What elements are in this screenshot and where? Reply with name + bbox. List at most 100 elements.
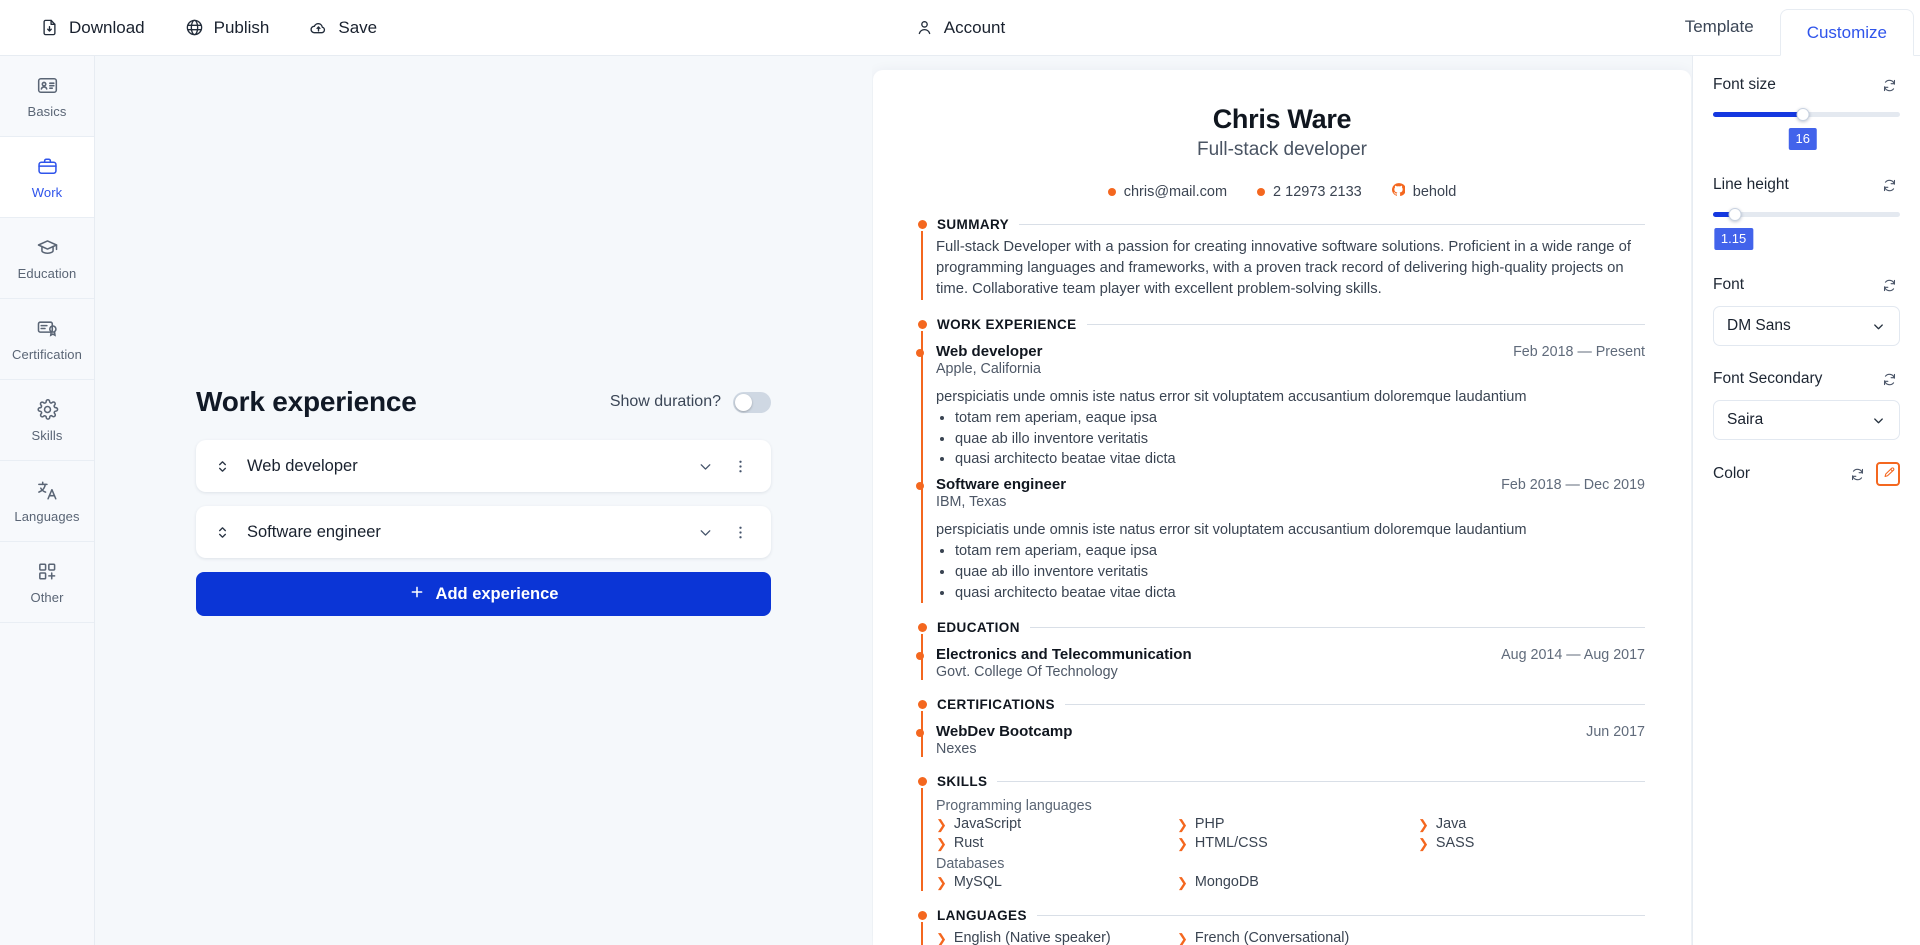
skill-item: ❯ JavaScript bbox=[936, 815, 1163, 833]
font-size-reset-button[interactable] bbox=[1878, 74, 1900, 96]
font-secondary-reset-button[interactable] bbox=[1878, 368, 1900, 390]
publish-button[interactable]: Publish bbox=[171, 10, 284, 46]
section-rule bbox=[997, 781, 1645, 783]
skill-item: ❯ MongoDB bbox=[1177, 873, 1404, 891]
translate-icon bbox=[36, 479, 59, 502]
chevron-down-icon[interactable] bbox=[691, 518, 720, 547]
font-select[interactable]: DM Sans bbox=[1713, 306, 1900, 346]
slider-fill bbox=[1713, 112, 1803, 117]
font-control: Font DM Sans bbox=[1713, 274, 1900, 346]
skill-label: Rust bbox=[953, 835, 984, 852]
entry-bullet-icon bbox=[916, 482, 924, 491]
briefcase-icon bbox=[36, 155, 59, 178]
color-edit-button[interactable] bbox=[1876, 462, 1900, 486]
tab-template[interactable]: Template bbox=[1659, 0, 1780, 55]
section-title: LANGUAGES bbox=[937, 908, 1027, 924]
color-reset-button[interactable] bbox=[1846, 463, 1868, 485]
sidebar-item-label: Basics bbox=[27, 103, 67, 119]
account-button[interactable]: Account bbox=[901, 10, 1019, 46]
sidebar-item-skills[interactable]: Skills bbox=[0, 380, 94, 461]
graduation-cap-icon bbox=[36, 236, 59, 259]
sidebar-item-languages[interactable]: Languages bbox=[0, 461, 94, 542]
section-bullet-icon bbox=[918, 700, 927, 710]
entry-title-row: WebDev Bootcamp Jun 2017 bbox=[936, 723, 1645, 740]
page-title: Work experience bbox=[196, 386, 417, 417]
section-body: WebDev Bootcamp Jun 2017 Nexes bbox=[916, 712, 1645, 757]
font-secondary-control: Font Secondary Saira bbox=[1713, 368, 1900, 440]
sidebar-item-other[interactable]: Other bbox=[0, 542, 94, 623]
font-reset-button[interactable] bbox=[1878, 274, 1900, 296]
chevron-right-icon: ❯ bbox=[1177, 835, 1188, 851]
sidebar-item-work[interactable]: Work bbox=[0, 137, 94, 218]
more-options-icon[interactable] bbox=[726, 452, 755, 481]
sidebar-item-basics[interactable]: Basics bbox=[0, 56, 94, 137]
section-body: ❯ English (Native speaker) ❯ French (Conve… bbox=[936, 923, 1645, 945]
sidebar-item-education[interactable]: Education bbox=[0, 218, 94, 299]
control-spacer bbox=[1713, 258, 1900, 274]
skill-label: MongoDB bbox=[1194, 874, 1259, 891]
skill-label: HTML/CSS bbox=[1194, 835, 1268, 852]
line-height-reset-button[interactable] bbox=[1878, 174, 1900, 196]
education-entry: Electronics and Telecommunication Aug 20… bbox=[916, 646, 1645, 680]
slider-thumb[interactable] bbox=[1728, 208, 1742, 221]
sidebar-item-label: Work bbox=[31, 184, 63, 200]
entry-date: Feb 2018 — Present bbox=[1513, 344, 1645, 360]
work-entry: Web developer Feb 2018 — Present Apple, … bbox=[916, 343, 1645, 470]
sidebar-item-certification[interactable]: Certification bbox=[0, 299, 94, 380]
list-item[interactable]: Software engineer bbox=[196, 506, 771, 558]
chevron-right-icon: ❯ bbox=[1418, 816, 1429, 832]
entry-bullet: totam rem aperiam, eaque ipsa bbox=[955, 541, 1645, 562]
font-label: Font bbox=[1713, 276, 1745, 293]
list-item-label: Software engineer bbox=[247, 522, 381, 541]
font-size-label: Font size bbox=[1713, 76, 1776, 93]
entry-bullet-icon bbox=[916, 729, 924, 738]
resume-document: Chris Ware Full-stack developer chris@ma… bbox=[873, 70, 1691, 945]
show-duration-control[interactable]: Show duration? bbox=[610, 391, 771, 413]
download-button[interactable]: Download bbox=[26, 10, 159, 46]
drag-handle-icon[interactable] bbox=[216, 459, 229, 474]
skill-item: ❯ MySQL bbox=[936, 873, 1163, 891]
contact-phone-text: 2 12973 2133 bbox=[1273, 183, 1362, 200]
font-size-control: Font size 16 bbox=[1713, 74, 1900, 152]
skill-group-items: ❯ JavaScript ❯ PHP ❯ Java ❯ Rust ❯ HTML/CSS ❯… bbox=[936, 815, 1645, 852]
dot-icon bbox=[1107, 187, 1116, 196]
entry-bullet-list: totam rem aperiam, eaque ipsa quae ab il… bbox=[955, 541, 1645, 603]
sidebar-item-label: Other bbox=[30, 589, 64, 605]
add-experience-button[interactable]: Add experience bbox=[196, 572, 771, 616]
font-size-value: 16 bbox=[1788, 128, 1817, 150]
section-body: Electronics and Telecommunication Aug 20… bbox=[916, 635, 1645, 680]
skill-label: Java bbox=[1435, 816, 1467, 833]
section-title: SKILLS bbox=[937, 774, 988, 790]
chevron-right-icon: ❯ bbox=[1418, 835, 1429, 851]
skill-group-label: Databases bbox=[936, 856, 1005, 873]
skill-item: ❯ PHP bbox=[1177, 815, 1404, 833]
chevron-down-icon[interactable] bbox=[691, 452, 720, 481]
entry-subtitle: Apple, California bbox=[936, 361, 1041, 377]
section-bullet-icon bbox=[918, 777, 927, 787]
section-body: Full-stack Developer with a passion for … bbox=[936, 232, 1645, 300]
tab-customize[interactable]: Customize bbox=[1779, 9, 1914, 56]
entry-title: WebDev Bootcamp bbox=[936, 723, 1073, 741]
more-options-icon[interactable] bbox=[726, 518, 755, 547]
entry-bullet-icon bbox=[916, 652, 924, 661]
section-rule bbox=[1036, 915, 1645, 917]
entry-title-row: Software engineer Feb 2018 — Dec 2019 bbox=[936, 476, 1645, 493]
work-editor-panel: Work experience Show duration? Web devel… bbox=[95, 56, 872, 945]
font-secondary-select[interactable]: Saira bbox=[1713, 400, 1900, 440]
chevron-right-icon: ❯ bbox=[936, 816, 947, 832]
line-height-slider[interactable]: 1.15 bbox=[1713, 208, 1900, 252]
font-size-slider[interactable]: 16 bbox=[1713, 108, 1900, 152]
certification-entry: WebDev Bootcamp Jun 2017 Nexes bbox=[916, 723, 1645, 757]
resume-section-certifications: CERTIFICATIONS WebDev Bootcamp Jun 2017 … bbox=[916, 697, 1645, 758]
entry-description: perspiciatis unde omnis iste natus error… bbox=[936, 522, 1527, 539]
toggle-knob bbox=[735, 393, 752, 411]
color-icons bbox=[1846, 462, 1900, 486]
save-button[interactable]: Save bbox=[295, 10, 391, 46]
list-item[interactable]: Web developer bbox=[196, 440, 771, 492]
font-size-header: Font size bbox=[1713, 74, 1900, 96]
show-duration-toggle[interactable] bbox=[733, 391, 771, 413]
slider-thumb[interactable] bbox=[1796, 108, 1810, 121]
drag-handle-icon[interactable] bbox=[216, 525, 229, 540]
language-item: ❯ French (Conversational) bbox=[1177, 929, 1404, 945]
entry-description: perspiciatis unde omnis iste natus error… bbox=[936, 389, 1527, 405]
